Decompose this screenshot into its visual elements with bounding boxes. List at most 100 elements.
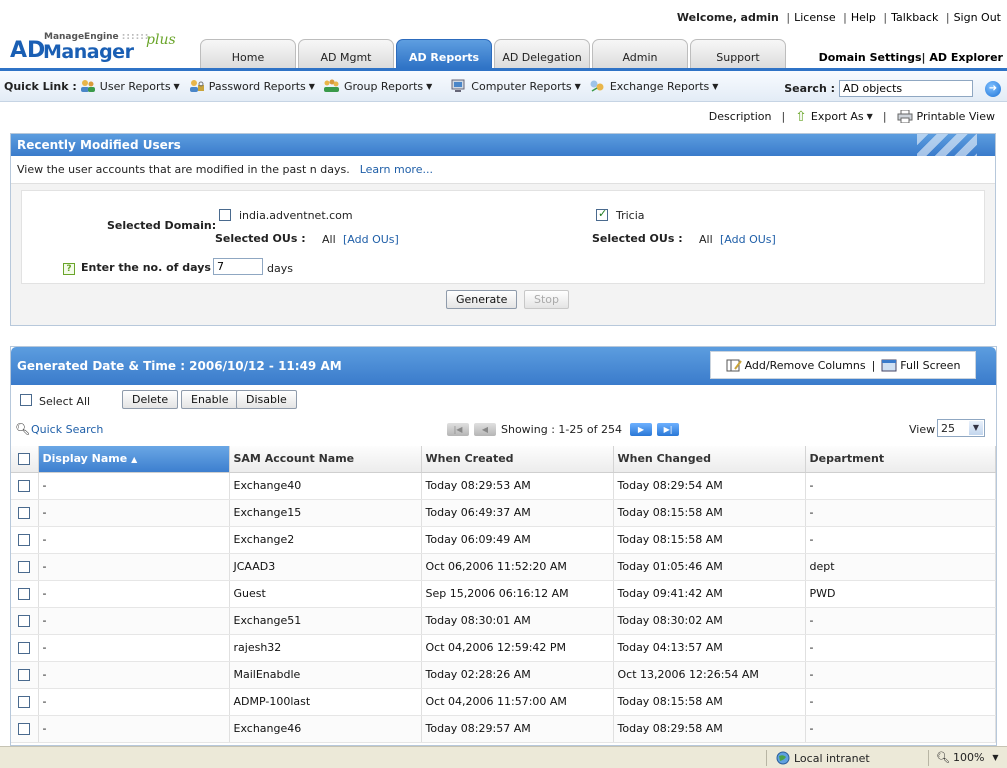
logo-wordmark: Manager — [43, 41, 134, 63]
ad-explorer-link[interactable]: AD Explorer — [929, 51, 1003, 64]
description-link[interactable]: Description — [709, 110, 772, 123]
report-form: Selected Domain: india.adventnet.com Sel… — [21, 190, 985, 284]
row-checkbox[interactable] — [18, 696, 30, 708]
learn-more-link[interactable]: Learn more... — [360, 163, 433, 176]
cell-sam-account-name: Exchange15 — [229, 499, 422, 527]
zoom-control[interactable]: 🔍︎ 100% ▼ — [936, 751, 999, 764]
sort-asc-icon: ▲ — [131, 455, 138, 465]
row-checkbox[interactable] — [18, 480, 30, 492]
add-ous-link[interactable]: [Add OUs] — [343, 233, 399, 246]
select-all-checkbox[interactable] — [20, 393, 32, 406]
search-input[interactable] — [839, 80, 973, 97]
next-page-icon[interactable]: ▶ — [630, 422, 652, 436]
cell-when-created: Oct 04,2006 12:59:42 PM — [421, 634, 614, 662]
cell-display-name: - — [38, 499, 230, 527]
checkbox-checked[interactable] — [596, 207, 608, 221]
page-size-value: 25 — [941, 421, 955, 435]
cell-when-created: Today 08:29:53 AM — [421, 472, 614, 500]
cell-when-changed: Today 08:29:54 AM — [613, 472, 806, 500]
row-checkbox[interactable] — [18, 723, 30, 735]
help-link[interactable]: Help — [851, 11, 876, 24]
column-department[interactable]: Department — [805, 446, 996, 473]
cell-when-changed: Today 01:05:46 AM — [613, 553, 806, 581]
table-row: - rajesh32 Oct 04,2006 12:59:42 PM Today… — [11, 634, 996, 662]
search-go-icon[interactable]: ➜ — [985, 80, 1001, 97]
sign-out-link[interactable]: Sign Out — [954, 11, 1001, 24]
tab-admin[interactable]: Admin — [592, 39, 688, 68]
cell-when-created: Oct 06,2006 11:52:20 AM — [421, 553, 614, 581]
export-as-link[interactable]: Export As — [811, 110, 864, 123]
admanager-logo[interactable]: ManageEngine :::::: AD Manager plus — [10, 32, 200, 68]
quick-link-label: Exchange Reports — [609, 79, 710, 93]
domain-checkbox-india[interactable] — [219, 208, 231, 221]
quick-search-link[interactable]: Quick Search — [31, 423, 103, 436]
column-when-changed[interactable]: When Changed — [613, 446, 806, 473]
column-when-created[interactable]: When Created — [421, 446, 614, 473]
cell-display-name: - — [38, 526, 230, 554]
checkbox[interactable] — [219, 209, 231, 221]
select-all-label: Select All — [39, 395, 91, 408]
add-remove-columns-link[interactable]: Add/Remove Columns — [745, 359, 866, 372]
table-row: - MailEnabdle Today 02:28:26 AM Oct 13,2… — [11, 661, 996, 689]
cell-display-name: - — [38, 661, 230, 689]
cell-when-created: Today 06:49:37 AM — [421, 499, 614, 527]
first-page-icon[interactable]: |◀ — [447, 422, 469, 436]
row-checkbox[interactable] — [18, 642, 30, 654]
export-icon: ⇧ — [795, 108, 807, 125]
domain-settings-link[interactable]: Domain Settings — [819, 51, 922, 64]
generate-button[interactable]: Generate — [446, 290, 518, 309]
cell-when-changed: Today 08:15:58 AM — [613, 688, 806, 716]
quick-link-password-reports[interactable]: Password Reports ▼ — [188, 79, 315, 93]
main-tabs: Home AD Mgmt AD Reports AD Delegation Ad… — [200, 39, 788, 68]
quick-link-computer-reports[interactable]: Computer Reports ▼ — [450, 79, 581, 93]
row-checkbox[interactable] — [18, 615, 30, 627]
row-checkbox[interactable] — [18, 507, 30, 519]
caret-down-icon: ▼ — [574, 81, 581, 91]
column-sam-account-name[interactable]: SAM Account Name — [229, 446, 422, 473]
cell-display-name: - — [38, 553, 230, 581]
quick-link-group-reports[interactable]: Group Reports ▼ — [323, 79, 432, 93]
cell-when-changed: Today 08:15:58 AM — [613, 499, 806, 527]
delete-button[interactable]: Delete — [122, 390, 179, 409]
printable-view-link[interactable]: Printable View — [917, 110, 995, 123]
quick-link-user-reports[interactable]: User Reports ▼ — [79, 79, 180, 93]
tab-ad-mgmt[interactable]: AD Mgmt — [298, 39, 394, 68]
cell-when-created: Oct 04,2006 11:57:00 AM — [421, 688, 614, 716]
cell-department: dept — [805, 553, 996, 581]
row-checkbox[interactable] — [18, 588, 30, 600]
add-ous-link[interactable]: [Add OUs] — [720, 233, 776, 246]
tab-ad-reports[interactable]: AD Reports — [396, 39, 492, 68]
page-size-select[interactable]: 25 ▼ — [937, 419, 985, 437]
license-link[interactable]: License — [794, 11, 835, 24]
disable-button[interactable]: Disable — [236, 390, 297, 409]
full-screen-link[interactable]: Full Screen — [900, 359, 960, 372]
help-icon[interactable]: ? — [63, 261, 75, 275]
cell-sam-account-name: JCAAD3 — [229, 553, 422, 581]
cell-when-changed: Today 08:15:58 AM — [613, 526, 806, 554]
tab-support[interactable]: Support — [690, 39, 786, 68]
full-screen-icon — [881, 359, 897, 371]
talkback-link[interactable]: Talkback — [891, 11, 938, 24]
prev-page-icon[interactable]: ◀ — [474, 422, 496, 436]
domain-checkbox-tricia[interactable] — [596, 207, 608, 221]
cell-when-changed: Oct 13,2006 12:26:54 AM — [613, 661, 806, 689]
days-input[interactable] — [213, 258, 263, 275]
row-checkbox[interactable] — [18, 561, 30, 573]
globe-icon — [776, 751, 790, 765]
checkbox[interactable] — [20, 394, 32, 406]
quick-link-exchange-reports[interactable]: Exchange Reports ▼ — [589, 79, 718, 93]
computer-reports-icon — [451, 79, 465, 92]
enable-button[interactable]: Enable — [181, 390, 239, 409]
last-page-icon[interactable]: ▶| — [657, 422, 679, 436]
cell-when-created: Today 08:29:57 AM — [421, 715, 614, 743]
tab-home[interactable]: Home — [200, 39, 296, 68]
tab-ad-delegation[interactable]: AD Delegation — [494, 39, 590, 68]
header-checkbox[interactable] — [18, 453, 30, 466]
stop-button[interactable]: Stop — [524, 290, 570, 309]
security-zone: Local intranet — [776, 751, 870, 765]
row-checkbox[interactable] — [18, 534, 30, 546]
cell-department: - — [805, 607, 996, 635]
column-display-name[interactable]: Display Name ▲ — [38, 446, 230, 473]
row-checkbox[interactable] — [18, 669, 30, 681]
table-row: - Guest Sep 15,2006 06:16:12 AM Today 09… — [11, 580, 996, 608]
